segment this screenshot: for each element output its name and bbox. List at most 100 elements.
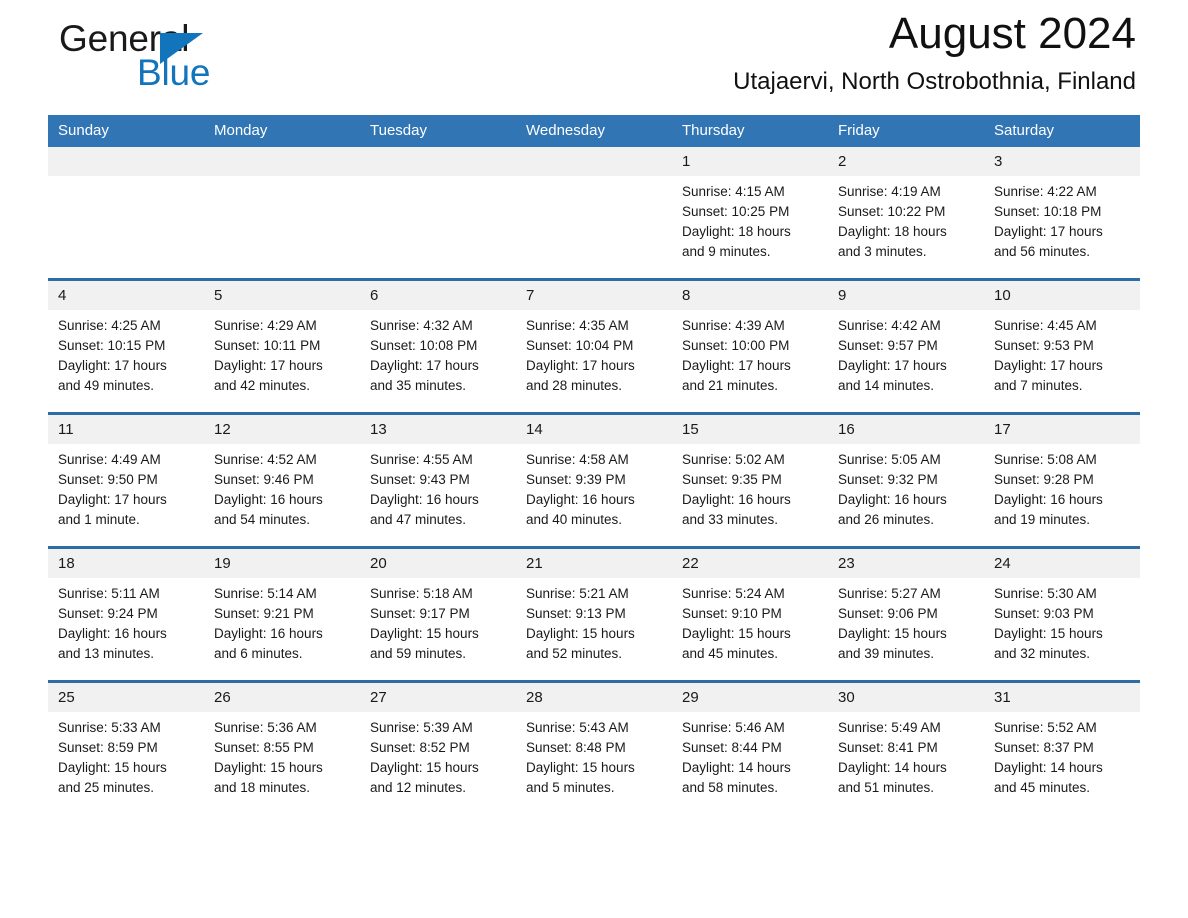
day-details: Sunrise: 5:18 AM Sunset: 9:17 PM Daylight:…	[360, 578, 516, 680]
daylight-text: and 35 minutes.	[370, 378, 467, 393]
day-number	[48, 147, 204, 176]
day-details: Sunrise: 4:35 AM Sunset: 10:04 PM Daylight…	[516, 310, 672, 412]
sunrise-text: Sunrise: 4:15 AM	[682, 184, 785, 199]
day-number: 28	[516, 683, 672, 712]
calendar-day-cell[interactable]: 5 Sunrise: 4:29 AM Sunset: 10:11 PM Dayligh…	[204, 278, 360, 414]
sunrise-text: Sunrise: 5:18 AM	[370, 586, 473, 601]
sunrise-text: Sunrise: 4:39 AM	[682, 318, 785, 333]
daylight-text: and 9 minutes.	[682, 244, 771, 259]
sunset-text: Sunset: 9:35 PM	[682, 472, 782, 487]
calendar-day-cell[interactable]: 31 Sunrise: 5:52 AM Sunset: 8:37 PM Dayligh…	[984, 680, 1140, 814]
day-number: 8	[672, 281, 828, 310]
daylight-text: Daylight: 17 hours	[994, 224, 1103, 239]
calendar-day-cell[interactable]: 29 Sunrise: 5:46 AM Sunset: 8:44 PM Dayligh…	[672, 680, 828, 814]
calendar-day-cell[interactable]: 4 Sunrise: 4:25 AM Sunset: 10:15 PM Dayligh…	[48, 278, 204, 414]
daylight-text: and 28 minutes.	[526, 378, 623, 393]
day-number: 4	[48, 281, 204, 310]
daylight-text: Daylight: 17 hours	[370, 358, 479, 373]
daylight-text: and 1 minute.	[58, 512, 140, 527]
day-details: Sunrise: 5:49 AM Sunset: 8:41 PM Daylight:…	[828, 712, 984, 814]
sunset-text: Sunset: 8:44 PM	[682, 740, 782, 755]
calendar-day-cell[interactable]: 25 Sunrise: 5:33 AM Sunset: 8:59 PM Dayligh…	[48, 680, 204, 814]
calendar-head: Sunday Monday Tuesday Wednesday Thursday…	[48, 115, 1140, 147]
daylight-text: Daylight: 15 hours	[370, 760, 479, 775]
sunrise-text: Sunrise: 5:39 AM	[370, 720, 473, 735]
calendar-week-row: 11 Sunrise: 4:49 AM Sunset: 9:50 PM Dayligh…	[48, 412, 1140, 548]
daylight-text: and 49 minutes.	[58, 378, 155, 393]
general-blue-logo[interactable]: General Blue	[59, 18, 379, 104]
day-details: Sunrise: 4:22 AM Sunset: 10:18 PM Daylight…	[984, 176, 1140, 278]
day-number: 14	[516, 415, 672, 444]
day-number: 10	[984, 281, 1140, 310]
calendar-day-cell[interactable]: 19 Sunrise: 5:14 AM Sunset: 9:21 PM Dayligh…	[204, 546, 360, 682]
day-details: Sunrise: 5:05 AM Sunset: 9:32 PM Daylight:…	[828, 444, 984, 546]
calendar-day-cell[interactable]: 15 Sunrise: 5:02 AM Sunset: 9:35 PM Dayligh…	[672, 412, 828, 548]
sunset-text: Sunset: 10:18 PM	[994, 204, 1102, 219]
day-number: 20	[360, 549, 516, 578]
logo-text-blue: Blue	[137, 52, 211, 93]
weekday-header-saturday: Saturday	[984, 115, 1140, 147]
calendar-body: 1 Sunrise: 4:15 AM Sunset: 10:25 PM Dayligh…	[48, 147, 1140, 814]
calendar-day-cell[interactable]: 10 Sunrise: 4:45 AM Sunset: 9:53 PM Dayligh…	[984, 278, 1140, 414]
day-details: Sunrise: 5:43 AM Sunset: 8:48 PM Daylight:…	[516, 712, 672, 814]
day-number: 31	[984, 683, 1140, 712]
sunset-text: Sunset: 8:55 PM	[214, 740, 314, 755]
daylight-text: and 14 minutes.	[838, 378, 935, 393]
day-details: Sunrise: 5:11 AM Sunset: 9:24 PM Daylight:…	[48, 578, 204, 680]
calendar-day-cell[interactable]: 24 Sunrise: 5:30 AM Sunset: 9:03 PM Dayligh…	[984, 546, 1140, 682]
calendar-day-cell[interactable]: 30 Sunrise: 5:49 AM Sunset: 8:41 PM Dayligh…	[828, 680, 984, 814]
calendar-day-cell[interactable]: 17 Sunrise: 5:08 AM Sunset: 9:28 PM Dayligh…	[984, 412, 1140, 548]
calendar-day-cell-empty	[516, 147, 672, 280]
calendar-day-cell[interactable]: 16 Sunrise: 5:05 AM Sunset: 9:32 PM Dayligh…	[828, 412, 984, 548]
day-details: Sunrise: 4:19 AM Sunset: 10:22 PM Daylight…	[828, 176, 984, 278]
calendar-day-cell[interactable]: 1 Sunrise: 4:15 AM Sunset: 10:25 PM Dayligh…	[672, 147, 828, 280]
day-number: 13	[360, 415, 516, 444]
calendar-day-cell[interactable]: 7 Sunrise: 4:35 AM Sunset: 10:04 PM Dayligh…	[516, 278, 672, 414]
sunset-text: Sunset: 10:04 PM	[526, 338, 634, 353]
day-number: 29	[672, 683, 828, 712]
sunset-text: Sunset: 9:24 PM	[58, 606, 158, 621]
calendar-day-cell[interactable]: 12 Sunrise: 4:52 AM Sunset: 9:46 PM Dayligh…	[204, 412, 360, 548]
sunset-text: Sunset: 8:37 PM	[994, 740, 1094, 755]
calendar-day-cell[interactable]: 22 Sunrise: 5:24 AM Sunset: 9:10 PM Dayligh…	[672, 546, 828, 682]
calendar-day-cell[interactable]: 26 Sunrise: 5:36 AM Sunset: 8:55 PM Dayligh…	[204, 680, 360, 814]
calendar-day-cell[interactable]: 20 Sunrise: 5:18 AM Sunset: 9:17 PM Dayligh…	[360, 546, 516, 682]
day-details: Sunrise: 4:52 AM Sunset: 9:46 PM Daylight:…	[204, 444, 360, 546]
calendar-day-cell[interactable]: 11 Sunrise: 4:49 AM Sunset: 9:50 PM Dayligh…	[48, 412, 204, 548]
day-details: Sunrise: 5:46 AM Sunset: 8:44 PM Daylight:…	[672, 712, 828, 814]
calendar-day-cell[interactable]: 8 Sunrise: 4:39 AM Sunset: 10:00 PM Dayligh…	[672, 278, 828, 414]
sunrise-text: Sunrise: 4:19 AM	[838, 184, 941, 199]
calendar-day-cell[interactable]: 18 Sunrise: 5:11 AM Sunset: 9:24 PM Dayligh…	[48, 546, 204, 682]
day-number: 5	[204, 281, 360, 310]
sunrise-text: Sunrise: 4:32 AM	[370, 318, 473, 333]
calendar-day-cell[interactable]: 28 Sunrise: 5:43 AM Sunset: 8:48 PM Dayligh…	[516, 680, 672, 814]
day-details: Sunrise: 4:55 AM Sunset: 9:43 PM Daylight:…	[360, 444, 516, 546]
calendar-day-cell[interactable]: 13 Sunrise: 4:55 AM Sunset: 9:43 PM Dayligh…	[360, 412, 516, 548]
sunrise-text: Sunrise: 5:11 AM	[58, 586, 160, 601]
daylight-text: and 42 minutes.	[214, 378, 311, 393]
day-number: 25	[48, 683, 204, 712]
daylight-text: and 25 minutes.	[58, 780, 155, 795]
calendar-day-cell[interactable]: 23 Sunrise: 5:27 AM Sunset: 9:06 PM Dayligh…	[828, 546, 984, 682]
daylight-text: Daylight: 15 hours	[370, 626, 479, 641]
calendar-day-cell[interactable]: 3 Sunrise: 4:22 AM Sunset: 10:18 PM Dayligh…	[984, 147, 1140, 280]
calendar-day-cell[interactable]: 6 Sunrise: 4:32 AM Sunset: 10:08 PM Dayligh…	[360, 278, 516, 414]
calendar-week-row: 1 Sunrise: 4:15 AM Sunset: 10:25 PM Dayligh…	[48, 147, 1140, 280]
calendar-day-cell[interactable]: 14 Sunrise: 4:58 AM Sunset: 9:39 PM Dayligh…	[516, 412, 672, 548]
day-details: Sunrise: 4:39 AM Sunset: 10:00 PM Daylight…	[672, 310, 828, 412]
daylight-text: and 18 minutes.	[214, 780, 311, 795]
weekday-header-wednesday: Wednesday	[516, 115, 672, 147]
day-details: Sunrise: 4:45 AM Sunset: 9:53 PM Daylight:…	[984, 310, 1140, 412]
daylight-text: Daylight: 18 hours	[682, 224, 791, 239]
daylight-text: and 7 minutes.	[994, 378, 1083, 393]
calendar-day-cell[interactable]: 27 Sunrise: 5:39 AM Sunset: 8:52 PM Dayligh…	[360, 680, 516, 814]
day-details	[48, 176, 204, 270]
daylight-text: Daylight: 15 hours	[526, 626, 635, 641]
sunrise-text: Sunrise: 4:42 AM	[838, 318, 941, 333]
sunset-text: Sunset: 9:46 PM	[214, 472, 314, 487]
calendar-week-row: 25 Sunrise: 5:33 AM Sunset: 8:59 PM Dayligh…	[48, 680, 1140, 814]
calendar-day-cell[interactable]: 2 Sunrise: 4:19 AM Sunset: 10:22 PM Dayligh…	[828, 147, 984, 280]
calendar-day-cell[interactable]: 9 Sunrise: 4:42 AM Sunset: 9:57 PM Daylight…	[828, 278, 984, 414]
daylight-text: Daylight: 17 hours	[58, 492, 167, 507]
calendar-day-cell[interactable]: 21 Sunrise: 5:21 AM Sunset: 9:13 PM Dayligh…	[516, 546, 672, 682]
